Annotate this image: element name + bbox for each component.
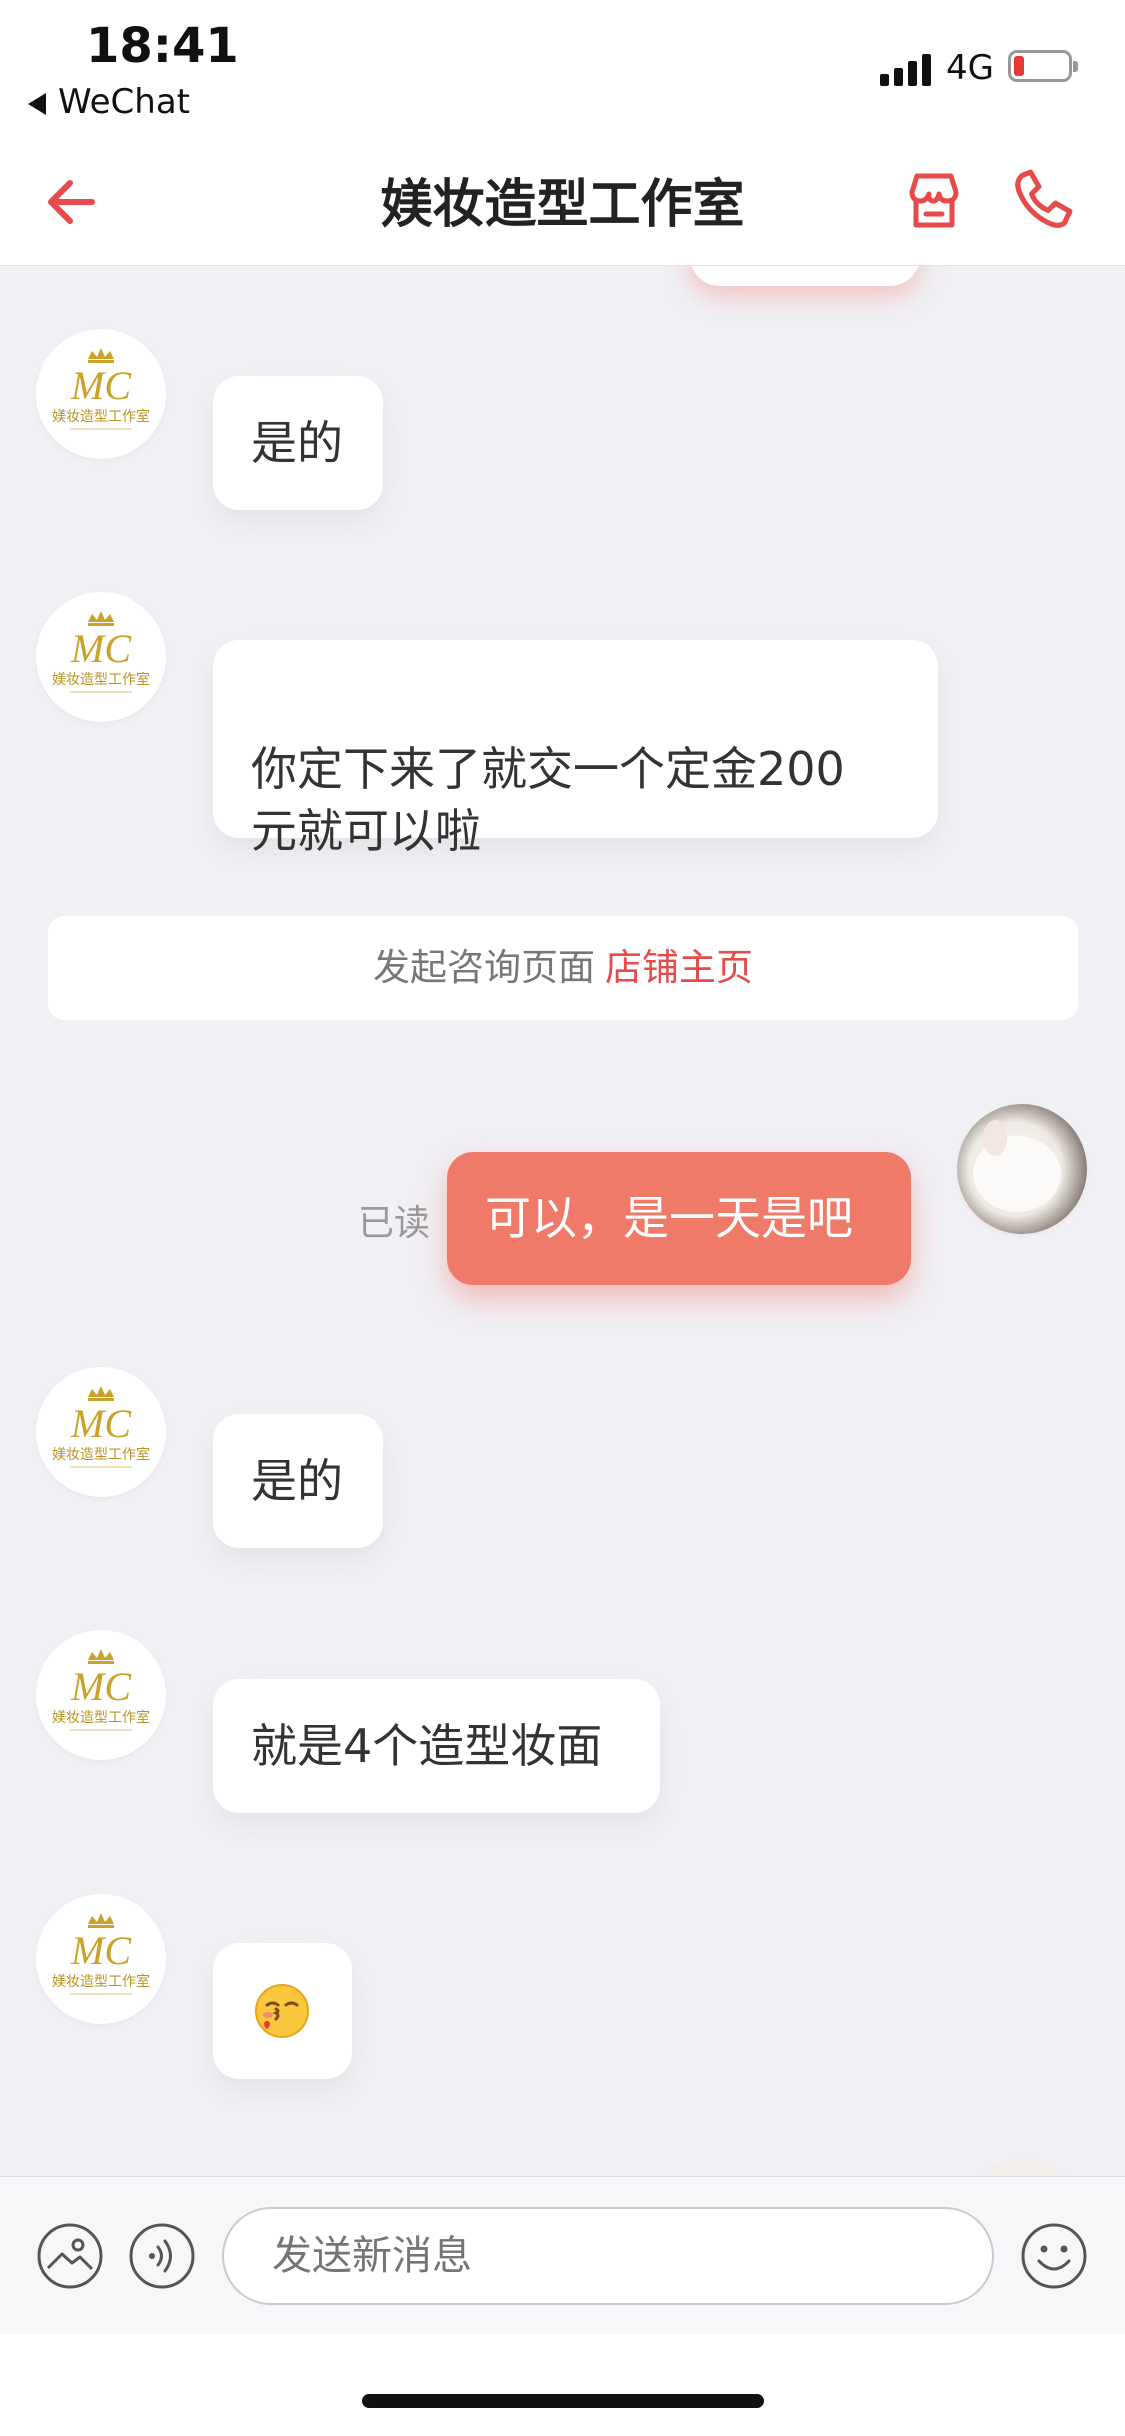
back-triangle-icon [28, 92, 46, 115]
svg-text:媄妆造型工作室: 媄妆造型工作室 [52, 1446, 150, 1463]
message-input-bar [0, 2176, 1125, 2335]
studio-avatar[interactable]: MC 媄妆造型工作室 [36, 592, 166, 722]
studio-logo-image: MC 媄妆造型工作室 [52, 1913, 150, 1995]
notice-text: 发起咨询页面 [373, 946, 595, 989]
battery-icon [1008, 50, 1078, 82]
message-text: 可以，是一天是吧 [485, 1191, 853, 1245]
read-receipt: 已读 [358, 1203, 431, 1244]
svg-text:媄妆造型工作室: 媄妆造型工作室 [52, 408, 150, 425]
incoming-message-bubble[interactable]: 是的 [213, 376, 383, 510]
phone-icon[interactable] [1010, 166, 1076, 232]
home-indicator-area [0, 2334, 1125, 2436]
svg-text:MC: MC [70, 1928, 132, 1973]
user-avatar-partial [957, 2160, 1087, 2176]
studio-avatar[interactable]: MC 媄妆造型工作室 [36, 1630, 166, 1760]
store-homepage-link[interactable]: 店铺主页 [605, 946, 753, 989]
kiss-emoji-icon [255, 1984, 309, 2038]
message-list[interactable]: MC 媄妆造型工作室 是的 MC 媄妆造型工作室 你定下来了就交一个定金200 … [0, 266, 1125, 2176]
svg-text:媄妆造型工作室: 媄妆造型工作室 [52, 1973, 150, 1990]
svg-text:MC: MC [70, 626, 132, 671]
svg-text:媄妆造型工作室: 媄妆造型工作室 [52, 1709, 150, 1726]
message-input[interactable] [222, 2207, 994, 2305]
studio-avatar[interactable]: MC 媄妆造型工作室 [36, 1367, 166, 1497]
back-to-app-link[interactable]: WeChat [28, 82, 190, 122]
message-text: 是的 [251, 416, 343, 470]
svg-text:MC: MC [70, 1664, 132, 1709]
studio-logo-image: MC 媄妆造型工作室 [52, 611, 150, 693]
incoming-message-bubble[interactable]: 是的 [213, 1414, 383, 1548]
studio-avatar[interactable]: MC 媄妆造型工作室 [36, 1894, 166, 2024]
voice-icon[interactable] [128, 2222, 196, 2290]
user-avatar[interactable] [957, 1104, 1087, 1234]
back-app-label: WeChat [58, 82, 190, 122]
studio-logo-image: MC 媄妆造型工作室 [52, 1386, 150, 1468]
signal-icon [880, 52, 932, 86]
partial-message-bubble [690, 266, 920, 286]
status-time: 18:41 [86, 18, 239, 74]
emoji-face-icon[interactable] [1020, 2222, 1088, 2290]
user-avatar-image [957, 1104, 1087, 1234]
incoming-message-bubble[interactable]: 你定下来了就交一个定金200 元就可以啦 [213, 640, 938, 858]
svg-text:MC: MC [70, 363, 132, 408]
incoming-message-bubble[interactable]: 就是4个造型妆面 [213, 1679, 660, 1813]
studio-logo-image: MC 媄妆造型工作室 [52, 1649, 150, 1731]
message-text: 你定下来了就交一个定金200 元就可以啦 [251, 742, 845, 858]
consultation-source-notice: 发起咨询页面 店铺主页 [48, 916, 1078, 1020]
network-type: 4G [946, 48, 994, 88]
svg-text:媄妆造型工作室: 媄妆造型工作室 [52, 671, 150, 688]
message-text: 是的 [251, 1454, 343, 1508]
incoming-emoji-bubble[interactable] [213, 1943, 352, 2079]
outgoing-message-bubble[interactable]: 可以，是一天是吧 [447, 1152, 911, 1285]
message-text: 就是4个造型妆面 [251, 1719, 603, 1773]
home-indicator[interactable] [362, 2394, 764, 2408]
chat-header: 媄妆造型工作室 [0, 140, 1125, 266]
store-icon[interactable] [902, 168, 966, 232]
status-bar: 18:41 WeChat 4G [0, 0, 1125, 140]
studio-avatar[interactable]: MC 媄妆造型工作室 [36, 329, 166, 459]
image-icon[interactable] [36, 2222, 104, 2290]
svg-text:MC: MC [70, 1401, 132, 1446]
studio-logo-image: MC 媄妆造型工作室 [52, 348, 150, 430]
